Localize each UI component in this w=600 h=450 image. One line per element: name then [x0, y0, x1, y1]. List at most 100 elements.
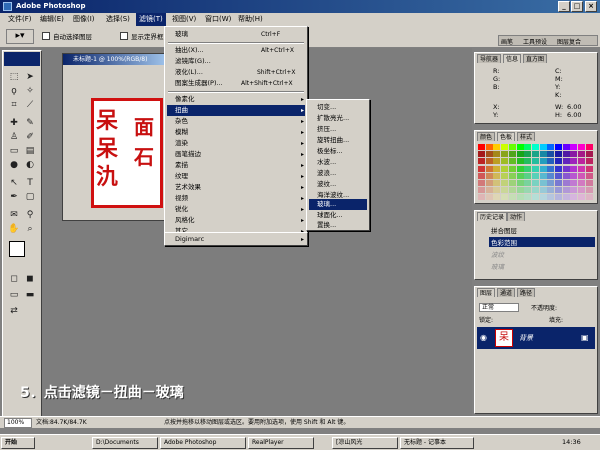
color-swatch[interactable]: [555, 144, 562, 150]
color-swatch[interactable]: [539, 165, 547, 172]
color-swatch[interactable]: [555, 158, 562, 165]
color-swatch[interactable]: [493, 194, 501, 201]
maximize-button[interactable]: □: [571, 1, 583, 12]
color-swatch[interactable]: [524, 144, 532, 150]
tab-info[interactable]: 信息: [503, 54, 522, 63]
color-swatch[interactable]: [516, 180, 524, 186]
color-swatch[interactable]: [478, 172, 485, 179]
color-swatch[interactable]: [570, 144, 578, 150]
menu-help[interactable]: 帮助(H): [238, 13, 263, 26]
color-swatch[interactable]: [585, 172, 593, 179]
menu-file[interactable]: 文件(F): [8, 13, 32, 26]
distort-ripple[interactable]: 波纹...: [309, 179, 367, 190]
color-swatch[interactable]: [516, 144, 524, 150]
menu-filter[interactable]: 滤镜(T): [136, 13, 166, 26]
color-swatch[interactable]: [524, 158, 532, 165]
color-swatch[interactable]: [485, 158, 493, 165]
color-swatch[interactable]: [478, 151, 485, 158]
color-swatch[interactable]: [547, 180, 555, 186]
tab-actions[interactable]: 动作: [507, 212, 526, 221]
menu-view[interactable]: 视图(V): [172, 13, 196, 26]
color-swatch[interactable]: [524, 194, 532, 201]
lasso-tool-icon[interactable]: ϙ: [7, 85, 21, 98]
color-swatch[interactable]: [570, 180, 578, 186]
color-swatch[interactable]: [585, 144, 593, 150]
color-swatch[interactable]: [493, 151, 501, 158]
color-swatch[interactable]: [501, 165, 509, 172]
menu-edit[interactable]: 编辑(E): [40, 13, 64, 26]
filter-video[interactable]: 视频: [167, 193, 305, 204]
filter-sharpen[interactable]: 锐化: [167, 204, 305, 215]
notes-tool-icon[interactable]: ✉: [7, 209, 21, 222]
filter-sketch[interactable]: 素描: [167, 160, 305, 171]
screen-mode-full-icon[interactable]: ▬: [23, 289, 37, 302]
color-swatch[interactable]: [578, 194, 586, 201]
eyedropper-tool-icon[interactable]: ⚲: [23, 209, 37, 222]
tab-navigator[interactable]: 导航器: [477, 54, 502, 63]
tab-channels[interactable]: 通道: [497, 288, 516, 297]
distort-zigzag[interactable]: 水波...: [309, 157, 367, 168]
blend-mode-select[interactable]: 正常: [479, 303, 519, 312]
color-swatch[interactable]: [555, 172, 562, 179]
history-item[interactable]: 波纹: [489, 249, 595, 259]
distort-displace[interactable]: 置换...: [309, 220, 367, 231]
filter-pixelate[interactable]: 像素化: [167, 94, 305, 105]
color-swatch[interactable]: [562, 151, 570, 158]
pen-tool-icon[interactable]: ✒: [7, 191, 21, 204]
color-swatch[interactable]: [493, 144, 501, 150]
color-swatch[interactable]: [508, 194, 516, 201]
color-swatch[interactable]: [493, 158, 501, 165]
color-swatch[interactable]: [485, 172, 493, 179]
color-swatch[interactable]: [547, 172, 555, 179]
color-swatch[interactable]: [485, 144, 493, 150]
color-swatch[interactable]: [555, 151, 562, 158]
distort-glass[interactable]: 玻璃...: [309, 199, 367, 210]
shape-tool-icon[interactable]: ▢: [23, 191, 37, 204]
color-swatch[interactable]: [493, 165, 501, 172]
palette-well-layer-comps[interactable]: 图层复合: [557, 37, 581, 46]
magic-wand-tool-icon[interactable]: ✧: [23, 85, 37, 98]
move-tool-icon[interactable]: ➤: [23, 71, 37, 84]
filter-artistic[interactable]: 艺术效果: [167, 182, 305, 193]
color-swatch[interactable]: [578, 158, 586, 165]
color-swatch[interactable]: [570, 165, 578, 172]
color-swatch[interactable]: [585, 165, 593, 172]
filter-stylize[interactable]: 风格化: [167, 215, 305, 226]
taskbar-item-notepad[interactable]: 无标题 - 记事本: [400, 437, 474, 449]
color-swatch[interactable]: [570, 172, 578, 179]
clone-stamp-tool-icon[interactable]: ♙: [7, 131, 21, 144]
color-swatch[interactable]: [524, 172, 532, 179]
slice-tool-icon[interactable]: ⟋: [23, 99, 37, 112]
tab-paths[interactable]: 路径: [517, 288, 536, 297]
color-swatch[interactable]: [555, 165, 562, 172]
layer-row-background[interactable]: ◉ 呆 背景 ▣: [477, 327, 595, 349]
color-swatch[interactable]: [570, 151, 578, 158]
color-swatch[interactable]: [539, 151, 547, 158]
color-swatch[interactable]: [501, 158, 509, 165]
menu-image[interactable]: 图像(I): [73, 13, 95, 26]
start-button[interactable]: 开始: [1, 437, 35, 449]
color-swatch[interactable]: [531, 151, 539, 158]
color-swatch[interactable]: [501, 172, 509, 179]
color-swatch[interactable]: [539, 194, 547, 201]
zoom-tool-icon[interactable]: ⌕: [23, 223, 37, 236]
color-swatch[interactable]: [547, 144, 555, 150]
color-swatch[interactable]: [485, 194, 493, 201]
doc-size[interactable]: 文档:84.7K/84.7K: [36, 417, 87, 429]
color-swatch[interactable]: [508, 187, 516, 194]
color-swatch[interactable]: [578, 151, 586, 158]
color-swatch[interactable]: [493, 180, 501, 186]
tab-styles[interactable]: 样式: [517, 132, 536, 141]
color-swatch[interactable]: [478, 144, 485, 150]
color-swatch[interactable]: [516, 158, 524, 165]
color-swatch[interactable]: [524, 187, 532, 194]
color-swatch[interactable]: [501, 151, 509, 158]
color-swatch[interactable]: [555, 180, 562, 186]
color-swatch[interactable]: [516, 165, 524, 172]
color-swatch[interactable]: [585, 194, 593, 201]
screen-mode-standard-icon[interactable]: ▭: [7, 289, 21, 302]
gradient-tool-icon[interactable]: ▤: [23, 145, 37, 158]
color-swatch[interactable]: [562, 172, 570, 179]
palette-well-tool-presets[interactable]: 工具预设: [523, 37, 547, 46]
color-swatch[interactable]: [585, 180, 593, 186]
